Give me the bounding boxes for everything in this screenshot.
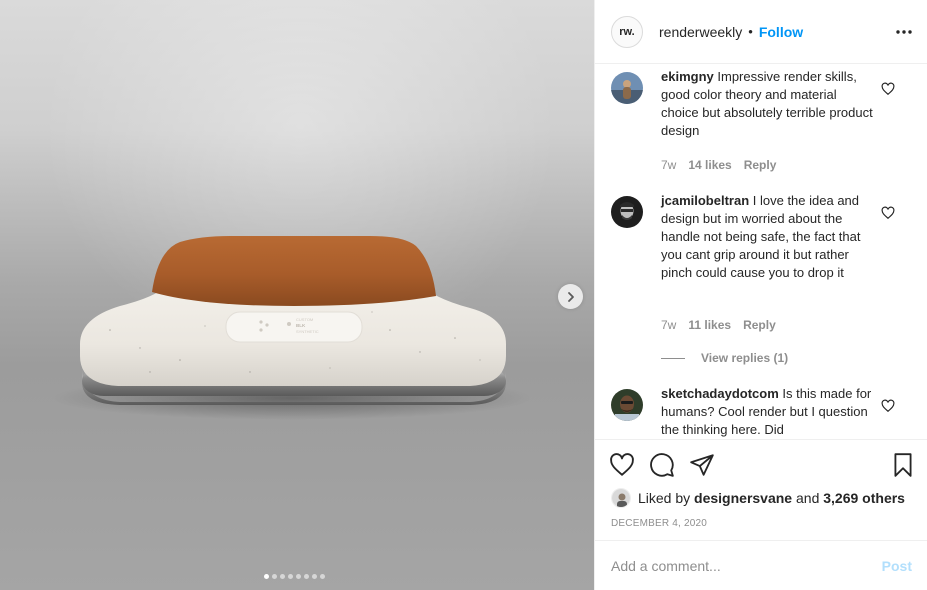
header-separator: •: [748, 24, 753, 39]
post-date[interactable]: DECEMBER 4, 2020: [611, 518, 707, 529]
view-replies-button[interactable]: View replies (1): [661, 351, 788, 365]
comment-text-block: jcamilobeltran I love the idea and desig…: [661, 192, 873, 282]
chevron-right-icon: [567, 291, 574, 302]
post-header: rw. renderweekly • Follow: [595, 0, 927, 64]
comment-reply-button[interactable]: Reply: [744, 158, 777, 172]
comment-reply-button[interactable]: Reply: [743, 318, 776, 332]
comment-username[interactable]: sketchadaydotcom: [661, 386, 779, 401]
commenter-avatar[interactable]: [611, 389, 643, 421]
post-actions: Liked by designersvane and 3,269 others …: [595, 439, 927, 540]
liked-by-prefix: Liked by: [638, 490, 691, 506]
comment-text-block: ekimgny Impressive render skills, good c…: [661, 68, 873, 140]
comment-heart-icon[interactable]: [881, 206, 895, 220]
comment-time[interactable]: 7w: [661, 318, 676, 332]
liked-by: Liked by designersvane and 3,269 others: [611, 488, 905, 508]
view-replies-label: View replies (1): [701, 351, 789, 365]
product-label-line-1: CUSTOM: [296, 317, 313, 322]
comment-meta: 7w 11 likes Reply: [661, 318, 776, 332]
carousel-dot: [303, 574, 309, 579]
more-options-button[interactable]: [894, 22, 914, 42]
comments-list[interactable]: ekimgny Impressive render skills, good c…: [595, 64, 927, 439]
comment-likes[interactable]: 14 likes: [688, 158, 731, 172]
comment-text-block: sketchadaydotcom Is this made for humans…: [661, 385, 873, 439]
comment-username[interactable]: jcamilobeltran: [661, 193, 749, 208]
post-media[interactable]: CUSTOM BLK SYNTHETIC: [0, 0, 594, 590]
post-comment-button[interactable]: Post: [882, 558, 912, 574]
liked-by-others[interactable]: 3,269 others: [823, 490, 905, 506]
product-label-line-3: SYNTHETIC: [296, 329, 319, 334]
bookmark-icon[interactable]: [890, 452, 916, 478]
author-username[interactable]: renderweekly: [659, 24, 742, 40]
comment-time[interactable]: 7w: [661, 158, 676, 172]
share-icon[interactable]: [689, 452, 715, 478]
carousel-dot: [287, 574, 293, 579]
comment-input[interactable]: [611, 557, 882, 574]
carousel-indicator: [0, 574, 594, 579]
liked-by-and: and: [796, 490, 820, 506]
commenter-avatar[interactable]: [611, 196, 643, 228]
action-icons: [609, 452, 715, 478]
carousel-dot: [263, 574, 269, 579]
comment-username[interactable]: ekimgny: [661, 69, 714, 84]
add-comment-bar: Post: [595, 540, 927, 590]
comment-icon[interactable]: [649, 452, 675, 478]
view-replies-line: [661, 357, 685, 359]
comment-heart-icon[interactable]: [881, 82, 895, 96]
product-image: CUSTOM BLK SYNTHETIC: [52, 236, 532, 420]
more-horizontal-icon: [896, 30, 912, 34]
post-side-panel: rw. renderweekly • Follow ekimgny Impres…: [594, 0, 927, 590]
carousel-dot: [311, 574, 317, 579]
comment-heart-icon[interactable]: [881, 399, 895, 413]
product-label-line-2: BLK: [296, 323, 306, 328]
author-avatar[interactable]: rw.: [611, 15, 643, 48]
comment-meta: 7w 14 likes Reply: [661, 158, 776, 172]
product-leather-handle: [152, 236, 436, 306]
carousel-dot: [279, 574, 285, 579]
carousel-dot: [319, 574, 325, 579]
commenter-avatar[interactable]: [611, 72, 643, 104]
author-avatar-text: rw.: [619, 25, 635, 38]
comment-likes[interactable]: 11 likes: [688, 318, 731, 332]
follow-button[interactable]: Follow: [759, 24, 803, 40]
liked-by-user[interactable]: designersvane: [694, 490, 792, 506]
carousel-dot: [295, 574, 301, 579]
post-viewer: CUSTOM BLK SYNTHETIC rw. renderweekly • …: [0, 0, 927, 590]
heart-icon[interactable]: [609, 452, 635, 478]
carousel-dot: [271, 574, 277, 579]
product-label-plate: [225, 311, 363, 343]
next-slide-button[interactable]: [558, 284, 583, 309]
liked-by-avatar[interactable]: [611, 488, 631, 508]
